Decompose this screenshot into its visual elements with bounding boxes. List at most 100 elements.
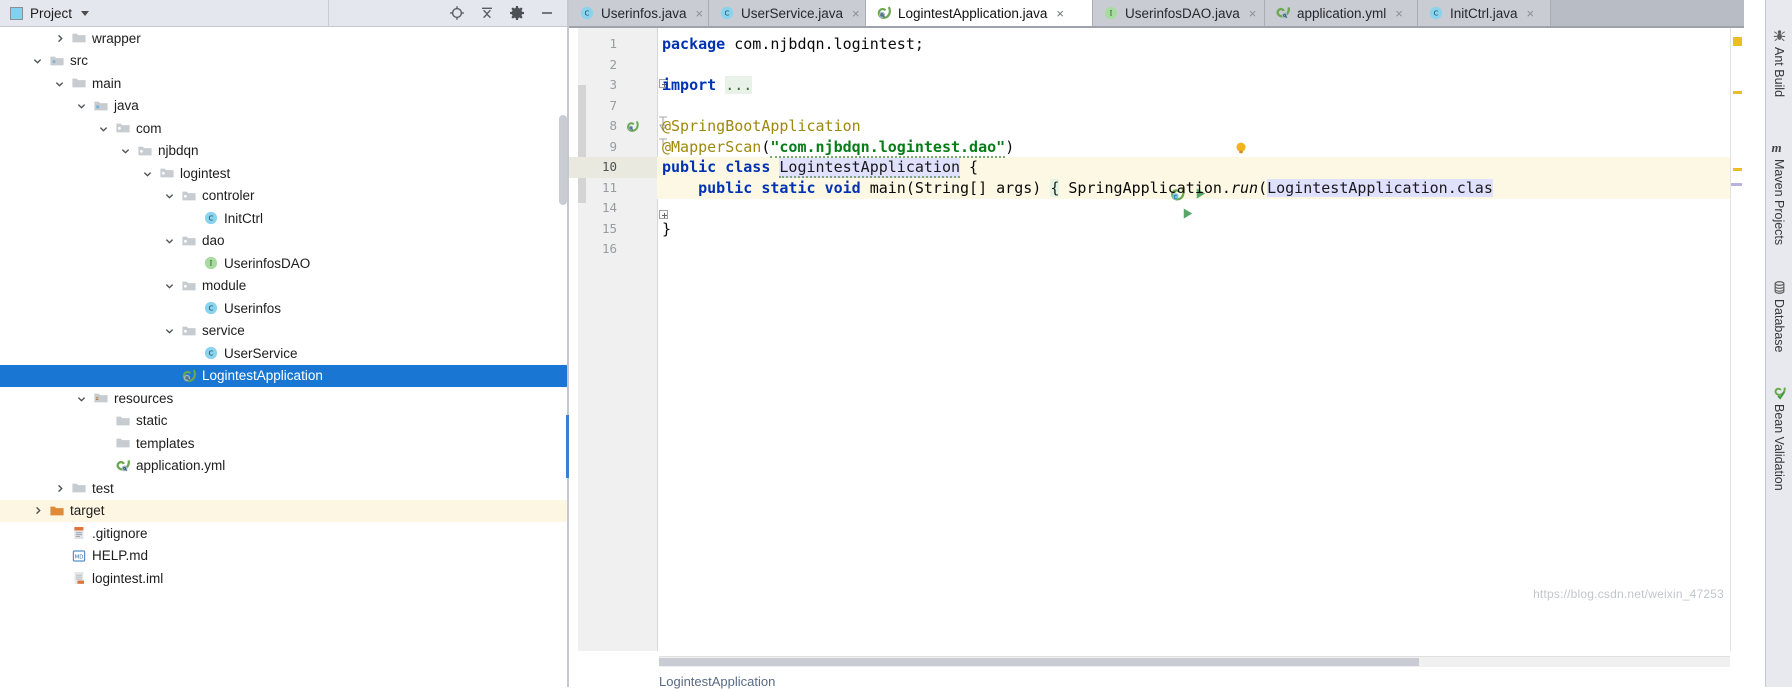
tree-item-initctrl[interactable]: C InitCtrl	[0, 207, 568, 230]
editor-tab-bar: C Userinfos.java × C UserService.java × Logint…	[569, 0, 1744, 26]
java-interface-icon: I	[1104, 6, 1118, 20]
tree-item-application-yml[interactable]: application.yml	[0, 455, 568, 478]
chevron-right-icon[interactable]	[54, 483, 65, 494]
package-icon	[160, 168, 174, 178]
project-title-group[interactable]: Project	[0, 6, 330, 21]
tool-window-label: Database	[1772, 299, 1786, 353]
collapsed-imports[interactable]: ...	[725, 76, 753, 94]
tree-item-userinfos[interactable]: C Userinfos	[0, 297, 568, 320]
gear-icon[interactable]	[509, 5, 525, 21]
project-tree[interactable]: wrapper src main java com njbdqn logintest cont…	[0, 27, 568, 687]
warning-marker[interactable]	[1733, 168, 1742, 171]
chevron-down-icon[interactable]	[76, 393, 87, 404]
line-number: 3	[609, 77, 617, 92]
chevron-down-icon[interactable]	[164, 190, 175, 201]
minimize-icon[interactable]	[539, 5, 555, 21]
fold-expand-method-icon[interactable]	[659, 210, 668, 219]
tool-window-button-maven-projects[interactable]: m Maven Projects	[1766, 140, 1792, 245]
tool-window-button-bean-validation[interactable]: Bean Validation	[1766, 385, 1792, 491]
tool-window-button-database[interactable]: Database	[1766, 280, 1792, 353]
chevron-down-icon[interactable]	[32, 55, 43, 66]
tab-label: InitCtrl.java	[1450, 5, 1518, 21]
chevron-down-icon[interactable]	[164, 325, 175, 336]
tree-item-templates[interactable]: templates	[0, 432, 568, 455]
tree-item-src[interactable]: src	[0, 50, 568, 73]
package-icon	[182, 281, 196, 291]
collapse-all-icon[interactable]	[479, 5, 495, 21]
tree-item-wrapper[interactable]: wrapper	[0, 27, 568, 50]
editor-tab-logintestapplication-java[interactable]: LogintestApplication.java ×	[866, 0, 1093, 26]
chevron-down-icon[interactable]	[81, 10, 90, 16]
horizontal-scrollbar-thumb[interactable]	[659, 658, 1419, 666]
tree-item-test[interactable]: test	[0, 477, 568, 500]
java-class-icon: C	[580, 6, 594, 20]
tree-item-com[interactable]: com	[0, 117, 568, 140]
tree-item-label: application.yml	[136, 458, 226, 474]
code-line-15: }	[662, 220, 672, 238]
caret-position-marker[interactable]	[1731, 183, 1742, 186]
tree-item-dao[interactable]: dao	[0, 230, 568, 253]
spring-bean-gutter-icon[interactable]	[625, 119, 640, 134]
locate-icon[interactable]	[449, 5, 465, 21]
tree-item-target[interactable]: target	[0, 499, 568, 522]
tree-item-main[interactable]: main	[0, 72, 568, 95]
code-line-3: import ...	[662, 76, 753, 94]
tree-item-help-md[interactable]: MD HELP.md	[0, 545, 568, 568]
tree-item-resources[interactable]: resources	[0, 387, 568, 410]
tree-item-label: target	[70, 503, 105, 519]
chevron-down-icon[interactable]	[120, 145, 131, 156]
editor-tab-initctrl-java[interactable]: C InitCtrl.java ×	[1418, 0, 1551, 26]
tree-item-label: service	[202, 323, 245, 339]
tab-label: application.yml	[1297, 5, 1387, 21]
horizontal-scrollbar[interactable]	[659, 656, 1730, 667]
tree-item-java[interactable]: java	[0, 95, 568, 118]
tab-close-icon[interactable]: ×	[852, 6, 860, 21]
tab-close-icon[interactable]: ×	[1249, 6, 1257, 21]
tree-item-logintest-iml[interactable]: logintest.iml	[0, 567, 568, 590]
editor-tab-userservice-java[interactable]: C UserService.java ×	[709, 0, 866, 26]
error-stripe-marker-bar[interactable]	[1730, 28, 1744, 651]
editor-tab-application-yml[interactable]: application.yml ×	[1265, 0, 1418, 26]
line-number: 1	[609, 36, 617, 51]
line-number: 7	[609, 98, 617, 113]
tab-close-icon[interactable]: ×	[1527, 6, 1535, 21]
chevron-down-icon[interactable]	[54, 78, 65, 89]
package-icon	[182, 236, 196, 246]
tree-item-module[interactable]: module	[0, 275, 568, 298]
tree-item-logintestapplication[interactable]: LogintestApplication	[0, 364, 568, 387]
project-header-icons	[449, 0, 568, 26]
chevron-down-icon[interactable]	[142, 168, 153, 179]
tab-close-icon[interactable]: ×	[1056, 6, 1064, 21]
warning-marker[interactable]	[1733, 91, 1742, 94]
chevron-down-icon[interactable]	[164, 235, 175, 246]
tree-item-njbdqn[interactable]: njbdqn	[0, 140, 568, 163]
editor-tab-userinfosdao-java[interactable]: I UserinfosDAO.java ×	[1093, 0, 1265, 26]
tree-item-service[interactable]: service	[0, 320, 568, 343]
tree-item-logintest[interactable]: logintest	[0, 162, 568, 185]
tree-item-controler[interactable]: controler	[0, 185, 568, 208]
tree-item-static[interactable]: static	[0, 410, 568, 433]
tree-scrollbar-thumb[interactable]	[559, 115, 567, 205]
chevron-down-icon[interactable]	[98, 123, 109, 134]
iml-icon	[74, 572, 84, 585]
tool-window-button-ant-build[interactable]: Ant Build	[1766, 28, 1792, 97]
chevron-right-icon[interactable]	[54, 33, 65, 44]
code-editor[interactable]: 1 2 3 7 8 9 10 11 14 15 16 C package com…	[569, 28, 1744, 689]
chevron-right-icon[interactable]	[32, 505, 43, 516]
tab-close-icon[interactable]: ×	[696, 6, 704, 21]
tree-item-userinfosdao[interactable]: I UserinfosDAO	[0, 252, 568, 275]
tab-close-icon[interactable]: ×	[1395, 6, 1403, 21]
java-class-icon: C	[204, 347, 218, 360]
project-tool-window: Project wrapper src main java com njbdqn…	[0, 0, 568, 687]
chevron-down-icon[interactable]	[76, 100, 87, 111]
code-line-8: @SpringBootApplication	[662, 117, 861, 135]
svg-text:MD: MD	[75, 554, 84, 560]
tree-item--gitignore[interactable]: .gitignore	[0, 522, 568, 545]
tab-bar-filler	[1551, 0, 1744, 26]
chevron-down-icon[interactable]	[164, 280, 175, 291]
warning-marker[interactable]	[1733, 37, 1742, 46]
code-line-1: package com.njbdqn.logintest;	[662, 35, 924, 53]
project-panel-title: Project	[30, 5, 73, 21]
tree-item-userservice[interactable]: C UserService	[0, 342, 568, 365]
editor-tab-userinfos-java[interactable]: C Userinfos.java ×	[569, 0, 709, 26]
